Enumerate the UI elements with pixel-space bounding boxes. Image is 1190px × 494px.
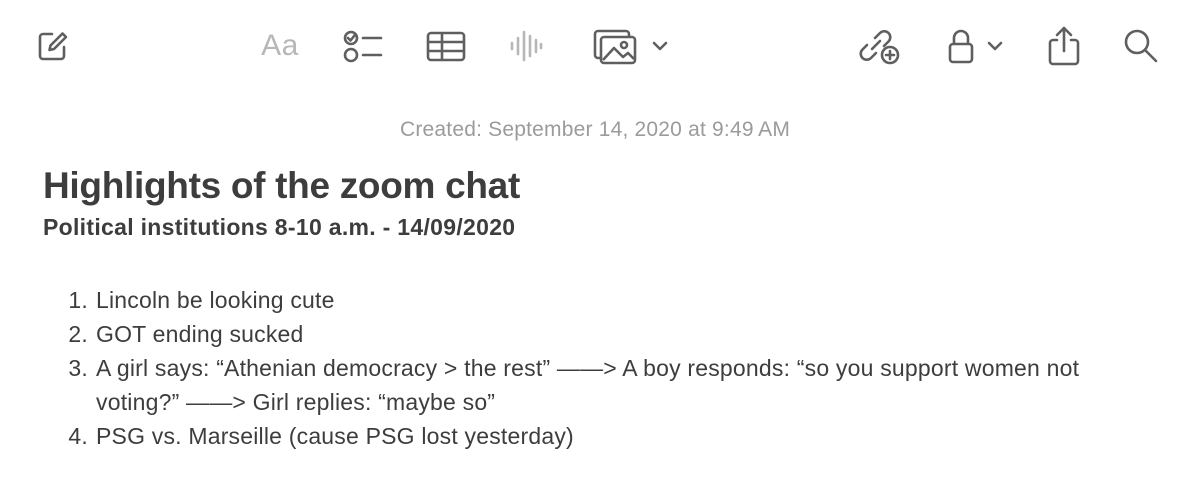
list-item[interactable]: 2. GOT ending sucked bbox=[43, 317, 1143, 351]
photo-icon bbox=[593, 29, 637, 65]
format-button[interactable]: Aa bbox=[256, 26, 304, 66]
compose-button[interactable] bbox=[34, 26, 72, 66]
list-item-text[interactable]: A girl says: “Athenian democracy > the r… bbox=[88, 351, 1126, 419]
checklist-button[interactable] bbox=[342, 26, 384, 66]
table-icon bbox=[426, 31, 466, 62]
waveform-icon bbox=[510, 30, 543, 62]
chevron-down-icon bbox=[987, 41, 1003, 51]
list-item-text[interactable]: Lincoln be looking cute bbox=[88, 283, 1126, 317]
list-item-number: 4. bbox=[68, 423, 88, 449]
list-item-number: 2. bbox=[68, 321, 88, 347]
created-timestamp: Created: September 14, 2020 at 9:49 AM bbox=[399, 118, 791, 141]
lock-button[interactable] bbox=[944, 26, 1008, 66]
media-button[interactable] bbox=[592, 26, 672, 66]
list-item[interactable]: 3. A girl says: “Athenian democracy > th… bbox=[43, 351, 1143, 419]
chevron-down-icon bbox=[652, 41, 668, 51]
format-label: Aa bbox=[261, 29, 299, 62]
search-button[interactable] bbox=[1122, 26, 1160, 66]
note-toolbar: Aa bbox=[0, 0, 1190, 94]
note-title[interactable]: Highlights of the zoom chat bbox=[43, 165, 520, 207]
lock-icon bbox=[948, 29, 974, 64]
list-item[interactable]: 1. Lincoln be looking cute bbox=[43, 283, 1143, 317]
list-item[interactable]: 4. PSG vs. Marseille (cause PSG lost yes… bbox=[43, 419, 1143, 453]
list-item-number: 3. bbox=[68, 355, 88, 381]
share-icon bbox=[1048, 26, 1080, 66]
list-item-text[interactable]: PSG vs. Marseille (cause PSG lost yester… bbox=[88, 419, 1126, 453]
collaborate-button[interactable] bbox=[858, 26, 902, 66]
note-subtitle[interactable]: Political institutions 8-10 a.m. - 14/09… bbox=[43, 214, 515, 241]
audio-button[interactable] bbox=[508, 26, 544, 66]
table-button[interactable] bbox=[425, 26, 467, 66]
list-item-text[interactable]: GOT ending sucked bbox=[88, 317, 1126, 351]
list-item-number: 1. bbox=[68, 287, 88, 313]
checklist-icon bbox=[343, 30, 383, 63]
compose-icon bbox=[38, 32, 68, 61]
numbered-list[interactable]: 1. Lincoln be looking cute 2. GOT ending… bbox=[43, 283, 1143, 453]
search-icon bbox=[1124, 29, 1158, 63]
link-plus-icon bbox=[859, 30, 900, 65]
share-button[interactable] bbox=[1046, 26, 1082, 66]
